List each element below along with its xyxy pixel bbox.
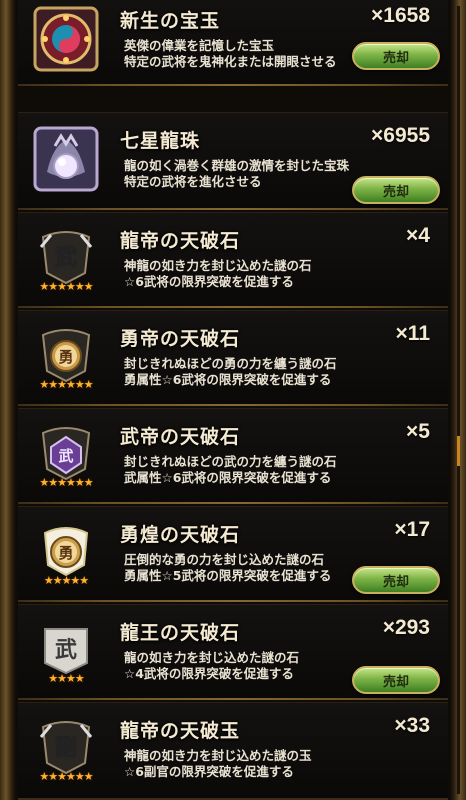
item-description-line: 圧倒的な勇の力を封じ込めた謎の石 xyxy=(124,552,325,567)
item-count: ×5 xyxy=(406,420,430,443)
item-description-line: 特定の武将を進化させる xyxy=(124,174,262,189)
medal-glyph: 副 xyxy=(55,735,77,761)
item-description: 神龍の如き力を封じ込めた謎の玉 ☆6副官の限界突破を促進する xyxy=(124,748,312,780)
medal-glyph: 武 xyxy=(55,245,77,271)
item-name: 龍帝の天破石 xyxy=(120,230,241,252)
item-description-line: 勇属性☆5武将の限界突破を促進する xyxy=(124,568,332,583)
list-item: 副 ★★★★★★ 龍帝の天破玉 ×33 神龍の如き力を封じ込めた謎の玉 ☆6副官… xyxy=(18,702,448,800)
item-count: ×4 xyxy=(406,224,430,247)
general-medal-icon: 武 ★★★★★★ xyxy=(30,222,102,296)
sell-button[interactable]: 売却 xyxy=(352,666,440,694)
rarity-stars: ★★★★★★ xyxy=(39,378,93,391)
item-count: ×6955 xyxy=(371,124,430,147)
item-name: 七星龍珠 xyxy=(120,130,201,152)
rarity-stars: ★★★★★ xyxy=(43,574,89,587)
item-description: 龍の如く渦巻く群雄の激情を封じた宝珠 特定の武将を進化させる xyxy=(124,158,349,190)
item-count: ×33 xyxy=(394,714,430,737)
item-description-line: 封じきれぬほどの勇の力を纏う謎の石 xyxy=(124,356,337,371)
item-name: 龍帝の天破玉 xyxy=(120,720,241,742)
rarity-stars: ★★★★★★ xyxy=(39,476,93,489)
item-description-line: 勇属性☆6武将の限界突破を促進する xyxy=(124,372,332,387)
list-item: 勇 ★★★★★ 勇煌の天破石 ×17 圧倒的な勇の力を封じ込めた謎の石 勇属性☆… xyxy=(18,506,448,602)
item-count: ×17 xyxy=(394,518,430,541)
item-description-line: ☆4武将の限界突破を促進する xyxy=(124,666,294,681)
row-divider xyxy=(18,404,448,406)
item-description-line: ☆6副官の限界突破を促進する xyxy=(124,764,294,779)
row-divider xyxy=(18,306,448,308)
item-description-line: ☆6武将の限界突破を促進する xyxy=(124,274,294,289)
item-name: 龍王の天破石 xyxy=(120,622,241,644)
item-name: 勇煌の天破石 xyxy=(120,524,241,546)
item-count: ×11 xyxy=(395,322,430,345)
general-medal-silver-icon: 武 ★★★★ xyxy=(30,614,102,688)
medal-glyph: 勇 xyxy=(58,348,73,366)
row-divider xyxy=(18,502,448,504)
list-item: 勇 ★★★★★★ 勇帝の天破石 ×11 封じきれぬほどの勇の力を纏う謎の石 勇属… xyxy=(18,310,448,406)
item-name: 武帝の天破石 xyxy=(120,426,241,448)
courage-medal-gold-icon: 勇 ★★★★★ xyxy=(30,516,102,590)
sell-button[interactable]: 売却 xyxy=(352,176,440,204)
medal-glyph: 武 xyxy=(58,447,73,465)
rarity-stars: ★★★★ xyxy=(48,672,84,685)
item-description-line: 封じきれぬほどの武の力を纏う謎の石 xyxy=(124,454,337,469)
item-description: 封じきれぬほどの勇の力を纏う謎の石 勇属性☆6武将の限界突破を促進する xyxy=(124,356,337,388)
rebirth-gem-icon xyxy=(30,2,102,76)
item-list: 新生の宝玉 ×1658 英傑の偉業を記憶した宝玉 特定の武将を鬼神化または開眼さ… xyxy=(18,0,448,800)
item-description-line: 龍の如き力を封じ込めた謎の石 xyxy=(124,650,300,665)
item-description-line: 神龍の如き力を封じ込めた謎の玉 xyxy=(124,748,312,763)
list-item: 武 ★★★★ 龍王の天破石 ×293 龍の如き力を封じ込めた謎の石 ☆4武将の限… xyxy=(18,604,448,700)
item-description-line: 神龍の如き力を封じ込めた謎の石 xyxy=(124,258,312,273)
row-divider xyxy=(18,208,448,210)
medal-glyph: 武 xyxy=(55,637,77,663)
courage-medal-icon: 勇 ★★★★★★ xyxy=(30,320,102,394)
vice-officer-medal-icon: 副 ★★★★★★ xyxy=(30,712,102,786)
rarity-stars: ★★★★★★ xyxy=(39,280,93,293)
sell-button[interactable]: 売却 xyxy=(352,566,440,594)
scrollbar-track[interactable] xyxy=(457,6,460,794)
rarity-stars: ★★★★★★ xyxy=(39,770,93,783)
item-description-line: 龍の如く渦巻く群雄の激情を封じた宝珠 xyxy=(124,158,350,173)
item-count: ×293 xyxy=(382,616,430,639)
sell-button[interactable]: 売却 xyxy=(352,42,440,70)
list-item: 武 ★★★★★★ 龍帝の天破石 ×4 神龍の如き力を封じ込めた謎の石 ☆6武将の… xyxy=(18,212,448,308)
item-description: 英傑の偉業を記憶した宝玉 特定の武将を鬼神化または開眼させる xyxy=(124,38,337,70)
medal-glyph: 勇 xyxy=(58,544,73,562)
item-description-line: 武属性☆6武将の限界突破を促進する xyxy=(124,470,332,485)
scrollbar-thumb[interactable] xyxy=(457,436,460,466)
item-name: 勇帝の天破石 xyxy=(120,328,241,350)
item-description: 圧倒的な勇の力を封じ込めた謎の石 勇属性☆5武将の限界突破を促進する xyxy=(124,552,331,584)
martial-medal-icon: 武 ★★★★★★ xyxy=(30,418,102,492)
row-divider xyxy=(18,84,448,86)
item-name: 新生の宝玉 xyxy=(120,10,221,32)
list-item: 武 ★★★★★★ 武帝の天破石 ×5 封じきれぬほどの武の力を纏う謎の石 武属性… xyxy=(18,408,448,504)
item-description-line: 特定の武将を鬼神化または開眼させる xyxy=(124,54,337,69)
seven-star-dragon-orb-icon xyxy=(30,122,102,196)
list-item: 新生の宝玉 ×1658 英傑の偉業を記憶した宝玉 特定の武将を鬼神化または開眼さ… xyxy=(18,0,448,86)
item-description: 神龍の如き力を封じ込めた謎の石 ☆6武将の限界突破を促進する xyxy=(124,258,312,290)
row-divider xyxy=(18,698,448,700)
item-count: ×1658 xyxy=(371,4,430,27)
list-item: 七星龍珠 ×6955 龍の如く渦巻く群雄の激情を封じた宝珠 特定の武将を進化させ… xyxy=(18,112,448,210)
item-description: 龍の如き力を封じ込めた謎の石 ☆4武将の限界突破を促進する xyxy=(124,650,299,682)
row-divider xyxy=(18,600,448,602)
item-description: 封じきれぬほどの武の力を纏う謎の石 武属性☆6武将の限界突破を促進する xyxy=(124,454,337,486)
item-description-line: 英傑の偉業を記憶した宝玉 xyxy=(124,38,275,53)
